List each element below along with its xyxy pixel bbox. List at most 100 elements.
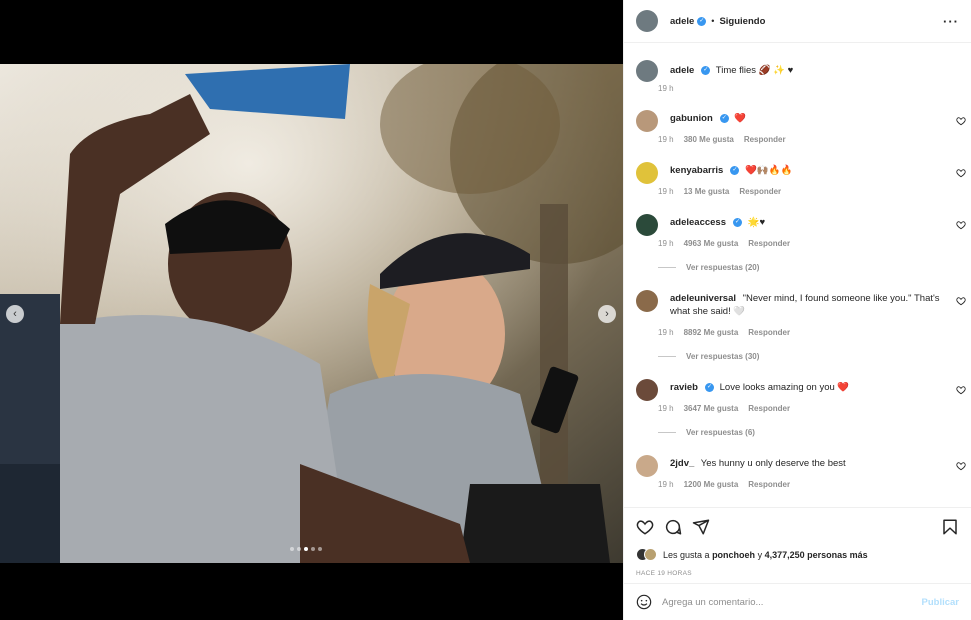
view-replies-button[interactable]: Ver respuestas (6) (658, 428, 755, 437)
comment-item: adeleaccess ✓ 🌟♥ (636, 214, 959, 236)
chevron-left-icon[interactable]: ‹ (6, 305, 24, 323)
avatar[interactable] (636, 10, 658, 32)
likes-prefix: Les gusta a (663, 549, 710, 560)
view-replies-button[interactable]: Ver respuestas (30) (658, 352, 759, 361)
caption: adele ✓ Time flies 🏈 ✨ ♥ (636, 60, 959, 82)
heart-icon[interactable] (636, 518, 654, 536)
view-replies-label[interactable]: Ver respuestas (30) (686, 352, 759, 361)
replies-divider (658, 267, 676, 268)
comment-meta: 19 h 1200 Me gusta Responder (658, 480, 790, 489)
comment-item: adeleuniversal "Never mind, I found some… (636, 290, 959, 318)
avatar[interactable] (636, 110, 658, 132)
comment-input[interactable] (662, 596, 922, 608)
view-replies-label[interactable]: Ver respuestas (6) (686, 428, 755, 437)
avatar[interactable] (636, 60, 658, 82)
caption-time[interactable]: 19 h (658, 84, 674, 93)
reply-button[interactable]: Responder (744, 135, 786, 144)
post-media: ‹ › (0, 0, 623, 620)
avatar (644, 548, 657, 561)
reply-button[interactable]: Responder (748, 480, 790, 489)
like-comment-heart-icon[interactable] (956, 116, 966, 126)
post-photo[interactable] (0, 64, 623, 563)
comment-time[interactable]: 19 h (658, 187, 674, 196)
caption-text: Time flies 🏈 ✨ ♥ (715, 65, 794, 76)
comment-item: kenyabarris ✓ ❤️🙌🏽🔥🔥 (636, 162, 959, 184)
comment-likes[interactable]: 1200 Me gusta (684, 480, 739, 489)
comment-text: Yes hunny u only deserve the best (700, 458, 846, 469)
likes-summary: Les gusta a ponchoeh y 4,377,250 persona… (636, 548, 868, 561)
comment-likes[interactable]: 13 Me gusta (684, 187, 730, 196)
reply-button[interactable]: Responder (748, 404, 790, 413)
carousel-dot (290, 547, 294, 551)
view-replies-label[interactable]: Ver respuestas (20) (686, 263, 759, 272)
comment-text: ❤️🙌🏽🔥🔥 (744, 165, 793, 176)
avatar[interactable] (636, 214, 658, 236)
save-icon[interactable] (941, 518, 959, 536)
verified-icon: ✓ (697, 16, 707, 26)
comment-time[interactable]: 19 h (658, 239, 674, 248)
author-username[interactable]: adele (670, 16, 694, 27)
post-side-panel: adele ✓ • Siguiendo ··· adele ✓ Time flie… (623, 0, 971, 620)
comment-likes[interactable]: 380 Me gusta (684, 135, 734, 144)
post-timestamp[interactable]: HACE 19 HORAS (636, 570, 692, 577)
verified-icon: ✓ (705, 382, 714, 392)
carousel-dot-active (304, 547, 308, 551)
carousel-dot (297, 547, 301, 551)
comment-likes[interactable]: 3647 Me gusta (684, 404, 739, 413)
replies-divider (658, 356, 676, 357)
likes-count-link[interactable]: 4,377,250 personas más (765, 550, 868, 560)
comment-username[interactable]: adeleuniversal (670, 293, 736, 304)
reply-button[interactable]: Responder (739, 187, 781, 196)
comment-icon[interactable] (664, 518, 682, 536)
comment-username[interactable]: ravieb (670, 382, 698, 393)
comment-time[interactable]: 19 h (658, 135, 674, 144)
comment-meta: 19 h 13 Me gusta Responder (658, 187, 781, 196)
comment-form: Publicar (624, 583, 971, 620)
caption-username[interactable]: adele (670, 65, 694, 76)
more-options-icon[interactable]: ··· (943, 14, 959, 29)
comment-likes[interactable]: 4963 Me gusta (684, 239, 739, 248)
comment-likes[interactable]: 8892 Me gusta (684, 328, 739, 337)
like-comment-heart-icon[interactable] (956, 385, 966, 395)
comment-meta: 19 h 3647 Me gusta Responder (658, 404, 790, 413)
like-comment-heart-icon[interactable] (956, 296, 966, 306)
reply-button[interactable]: Responder (748, 328, 790, 337)
comments-list: adele ✓ Time flies 🏈 ✨ ♥ 19 h gabunion ✓ ❤… (624, 44, 971, 507)
like-comment-heart-icon[interactable] (956, 168, 966, 178)
comment-text: 🌟♥ (747, 217, 766, 228)
avatar[interactable] (636, 162, 658, 184)
comment-username[interactable]: kenyabarris (670, 165, 723, 176)
share-icon[interactable] (692, 518, 710, 536)
photo-illustration (0, 64, 623, 563)
verified-icon: ✓ (730, 165, 740, 175)
comment-time[interactable]: 19 h (658, 480, 674, 489)
verified-icon: ✓ (719, 113, 729, 123)
like-comment-heart-icon[interactable] (956, 220, 966, 230)
separator-dot: • (711, 16, 715, 26)
comment-text: ❤️ (734, 113, 747, 124)
comment-username[interactable]: 2jdv_ (670, 458, 694, 469)
comment-username[interactable]: adeleaccess (670, 217, 726, 228)
comment-item: 2jdv_ Yes hunny u only deserve the best (636, 455, 959, 477)
carousel-dot (318, 547, 322, 551)
post-header: adele ✓ • Siguiendo ··· (624, 0, 971, 43)
avatar[interactable] (636, 290, 658, 312)
avatar[interactable] (636, 455, 658, 477)
like-comment-heart-icon[interactable] (956, 461, 966, 471)
chevron-right-icon[interactable]: › (598, 305, 616, 323)
comment-time[interactable]: 19 h (658, 404, 674, 413)
instagram-post-modal: ‹ › adele ✓ • Siguiendo ··· adele ✓ Time… (0, 0, 971, 620)
action-icons (636, 518, 959, 538)
reply-button[interactable]: Responder (748, 239, 790, 248)
publish-button[interactable]: Publicar (922, 597, 960, 608)
comment-time[interactable]: 19 h (658, 328, 674, 337)
view-replies-button[interactable]: Ver respuestas (20) (658, 263, 759, 272)
verified-icon: ✓ (733, 217, 742, 227)
follow-status-button[interactable]: Siguiendo (719, 16, 765, 27)
likes-user-link[interactable]: ponchoeh (712, 550, 755, 560)
avatar[interactable] (636, 379, 658, 401)
comment-meta: 19 h 8892 Me gusta Responder (658, 328, 790, 337)
emoji-icon[interactable] (636, 594, 652, 610)
comment-meta: 19 h 4963 Me gusta Responder (658, 239, 790, 248)
comment-username[interactable]: gabunion (670, 113, 713, 124)
